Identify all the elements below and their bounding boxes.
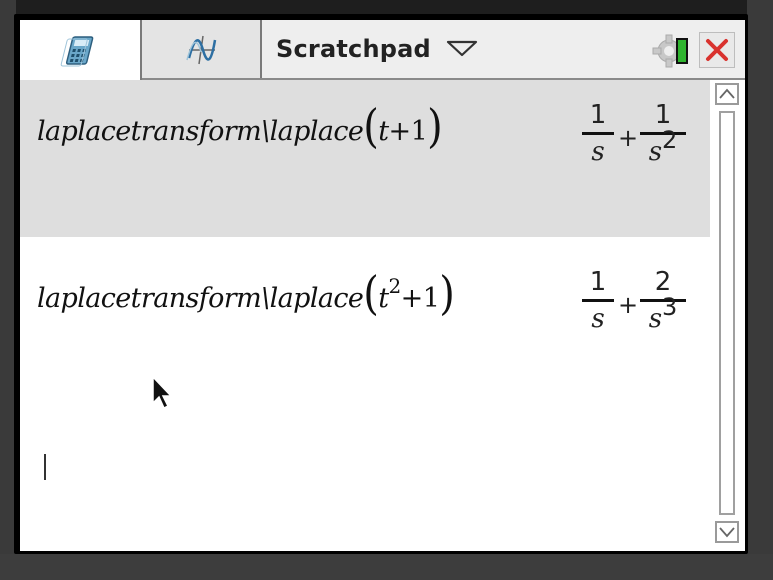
entry-input: laplacetransform\laplace(t2+1): [37, 268, 455, 321]
close-button[interactable]: [699, 32, 735, 68]
argument-variable: t: [378, 283, 389, 314]
argument-rest: +1: [388, 116, 428, 147]
denominator: s: [591, 137, 605, 167]
denominator: s3: [640, 293, 686, 334]
argument-exponent: 2: [388, 274, 402, 298]
open-paren: (: [363, 100, 379, 154]
history-entry[interactable]: laplacetransform\laplace(t+1) 1 s + 1 s2: [20, 80, 710, 237]
function-name: laplacetransform\laplace: [37, 283, 364, 314]
denominator-base: s: [648, 304, 663, 334]
background-right: [747, 0, 773, 580]
argument-variable: t: [378, 116, 389, 147]
history-entry[interactable]: laplacetransform\laplace(t2+1) 1 s + 2 s…: [20, 237, 710, 407]
graph-icon: [186, 35, 217, 65]
window-title: Scratchpad: [276, 35, 431, 63]
function-name: laplacetransform\laplace: [37, 116, 364, 147]
scroll-track[interactable]: [719, 111, 735, 515]
fraction: 1 s: [582, 100, 614, 167]
history-area[interactable]: laplacetransform\laplace(t+1) 1 s + 1 s2…: [20, 80, 745, 551]
argument-rest: +1: [400, 283, 440, 314]
chevron-down-icon: [719, 527, 735, 538]
entry-line-cursor[interactable]: [44, 454, 46, 480]
scratchpad-window: Scratchpad laplacetransform\laplace(t+1)…: [14, 14, 748, 554]
tab-calculator[interactable]: [20, 20, 142, 80]
close-paren: ): [427, 100, 443, 154]
fraction: 2 s3: [640, 267, 686, 334]
numerator: 1: [589, 267, 607, 297]
chevron-down-icon[interactable]: [445, 39, 479, 59]
open-paren: (: [363, 267, 379, 321]
plus-sign: +: [618, 124, 639, 152]
close-paren: ): [439, 267, 455, 321]
fraction: 1 s2: [640, 100, 686, 167]
vertical-scrollbar[interactable]: [715, 83, 741, 543]
close-icon: [706, 39, 728, 61]
tab-graphs[interactable]: [142, 20, 262, 78]
background-bottom: [0, 554, 773, 580]
denominator: s2: [640, 126, 686, 167]
battery-icon: [676, 38, 688, 64]
scroll-down-button[interactable]: [715, 521, 739, 543]
denominator-base: s: [648, 137, 663, 167]
calculator-icon: [60, 36, 94, 67]
numerator: 1: [589, 100, 607, 130]
scroll-up-button[interactable]: [715, 83, 739, 105]
chevron-up-icon: [719, 88, 735, 99]
title-bar: Scratchpad: [20, 20, 745, 80]
entry-input: laplacetransform\laplace(t+1): [37, 101, 443, 154]
denominator: s: [591, 304, 605, 334]
denominator-exponent: 2: [662, 126, 678, 154]
mouse-pointer-icon: [152, 375, 173, 410]
fraction-bar: [582, 132, 614, 135]
title-area[interactable]: Scratchpad: [264, 20, 479, 78]
fraction: 1 s: [582, 267, 614, 334]
plus-sign: +: [618, 291, 639, 319]
fraction-bar: [582, 299, 614, 302]
denominator-exponent: 3: [662, 293, 678, 321]
